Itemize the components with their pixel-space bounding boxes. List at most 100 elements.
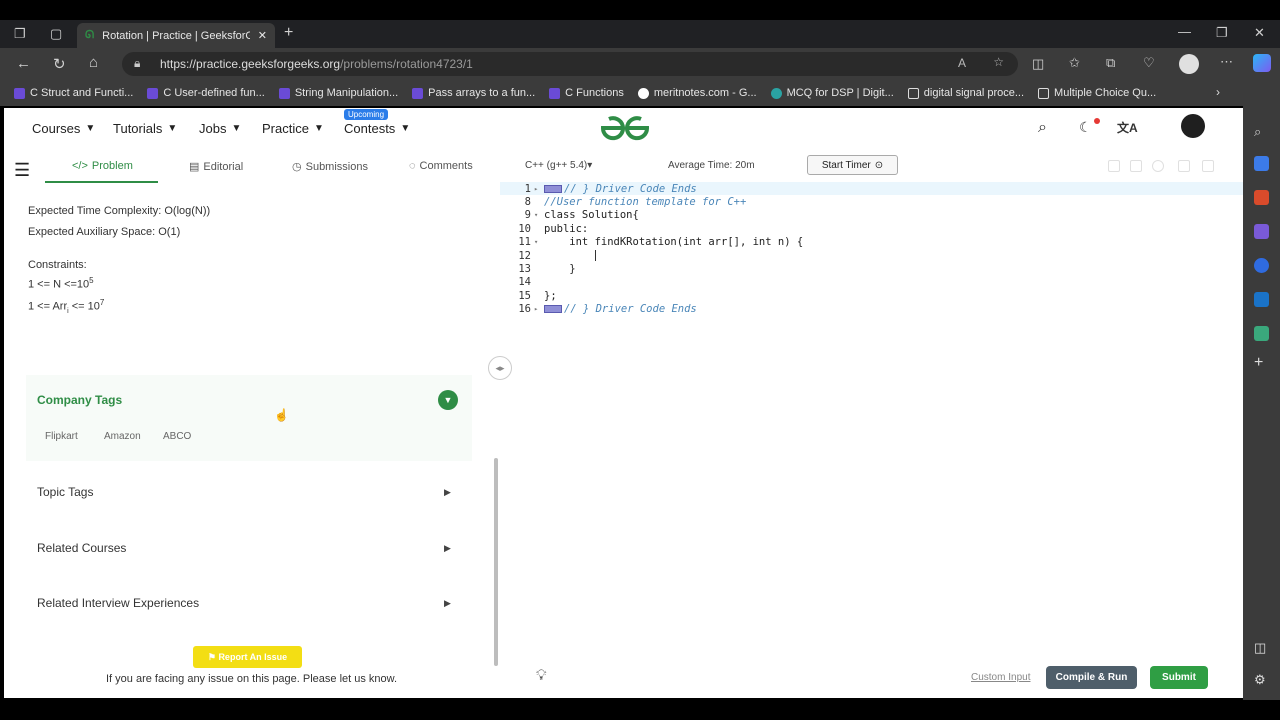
expand-arrow-icon[interactable]: ▶ bbox=[444, 487, 451, 498]
back-icon[interactable]: ← bbox=[16, 55, 31, 72]
sidebar-tag-icon[interactable] bbox=[1254, 156, 1269, 171]
hamburger-menu-icon[interactable]: ☰ bbox=[14, 160, 32, 181]
start-timer-button[interactable]: Start Timer ⊙ bbox=[807, 155, 898, 175]
copilot-icon[interactable] bbox=[1253, 54, 1271, 72]
submit-button[interactable]: Submit bbox=[1150, 666, 1208, 689]
refresh-icon[interactable]: ↻ bbox=[53, 55, 66, 73]
bookmark-item[interactable]: Multiple Choice Qu... bbox=[1038, 87, 1156, 99]
tab-comments[interactable]: ◌ Comments bbox=[409, 160, 473, 172]
collections-icon[interactable]: ⧉ bbox=[1106, 55, 1115, 71]
line-number: 16 bbox=[518, 303, 531, 316]
fold-arrow-icon[interactable]: ▸ bbox=[534, 305, 544, 313]
company-tag[interactable]: Flipkart bbox=[45, 431, 78, 442]
code-line: 13 } bbox=[500, 262, 1243, 275]
constraint-n-text: 1 <= N <=10 bbox=[28, 278, 90, 291]
more-menu-icon[interactable]: ⋯ bbox=[1220, 54, 1233, 70]
code-line: 9 ▾ class Solution{ bbox=[500, 209, 1243, 222]
constraints-heading: Constraints: bbox=[28, 259, 87, 271]
fold-arrow-icon[interactable]: ▸ bbox=[534, 185, 544, 193]
panel-scrollbar[interactable] bbox=[494, 458, 498, 666]
topic-tags-accordion[interactable]: Topic Tags bbox=[37, 485, 93, 499]
folded-code-marker[interactable] bbox=[544, 305, 562, 314]
sidebar-settings-gear-icon[interactable]: ⚙ bbox=[1254, 672, 1266, 688]
tab-problem[interactable]: </> Problem bbox=[72, 160, 133, 172]
expand-arrow-icon[interactable]: ▶ bbox=[444, 598, 451, 609]
read-aloud-icon[interactable]: A bbox=[958, 56, 966, 70]
profile-icon[interactable] bbox=[1179, 54, 1199, 74]
bookmark-item[interactable]: String Manipulation... bbox=[278, 87, 398, 99]
nav-tutorials[interactable]: Tutorials ▼ bbox=[113, 121, 177, 136]
upcoming-badge: Upcoming bbox=[344, 109, 389, 120]
collapse-toggle-icon[interactable]: ▼ bbox=[438, 390, 458, 410]
tab-problem-label: Problem bbox=[91, 160, 133, 172]
sidebar-search-icon[interactable]: ⌕ bbox=[1254, 124, 1261, 140]
sidebar-games-icon[interactable] bbox=[1254, 224, 1269, 239]
bookmark-item[interactable]: digital signal proce... bbox=[907, 87, 1024, 99]
home-icon[interactable]: ⌂ bbox=[89, 54, 98, 71]
bookmark-item[interactable]: meritnotes.com - G... bbox=[637, 87, 757, 99]
paste-icon[interactable] bbox=[1130, 160, 1142, 172]
favorites-icon[interactable]: ✩ bbox=[1069, 55, 1080, 71]
sidebar-layout-icon[interactable]: ◫ bbox=[1254, 640, 1266, 656]
bookmark-item[interactable]: MCQ for DSP | Digit... bbox=[770, 87, 894, 99]
close-window-icon[interactable]: ✕ bbox=[1254, 25, 1265, 41]
workspaces-icon[interactable]: ❐ bbox=[14, 26, 26, 42]
nav-practice[interactable]: Practice ▼ bbox=[262, 121, 324, 136]
language-select[interactable]: C++ (g++ 5.4)▾ bbox=[525, 160, 592, 171]
bookmark-item[interactable]: C User-defined fun... bbox=[147, 87, 265, 99]
folded-code-marker[interactable] bbox=[544, 184, 562, 193]
custom-input-link[interactable]: Custom Input bbox=[971, 672, 1030, 683]
sidebar-tools-icon[interactable] bbox=[1254, 190, 1269, 205]
split-screen-icon[interactable]: ◫ bbox=[1032, 56, 1044, 72]
company-tags-title[interactable]: Company Tags bbox=[37, 393, 122, 407]
sidebar-m365-icon[interactable] bbox=[1254, 258, 1269, 273]
company-tag[interactable]: ABCO bbox=[163, 431, 191, 442]
browser-essentials-icon[interactable]: ♡ bbox=[1143, 55, 1155, 71]
code-text: class Solution{ bbox=[544, 209, 639, 222]
bookmark-item[interactable]: Pass arrays to a fun... bbox=[412, 87, 535, 99]
expand-arrow-icon[interactable]: ▶ bbox=[444, 543, 451, 554]
fold-arrow-icon[interactable]: ▾ bbox=[534, 238, 544, 246]
reset-icon[interactable] bbox=[1178, 160, 1190, 172]
tab-editorial[interactable]: ▤ Editorial bbox=[189, 160, 243, 174]
chevron-down-icon: ▼ bbox=[231, 123, 242, 134]
browser-tab-active[interactable]: ᘏ Rotation | Practice | GeeksforGee ✕ bbox=[77, 23, 275, 48]
gfg-logo[interactable] bbox=[599, 114, 651, 142]
settings-icon[interactable] bbox=[1152, 160, 1164, 172]
bookmarks-more-chevron-icon[interactable]: › bbox=[1216, 85, 1220, 99]
line-number: 9 bbox=[524, 209, 531, 222]
tab-submissions[interactable]: ◷ Submissions bbox=[292, 160, 368, 174]
new-tab-icon[interactable]: + bbox=[284, 24, 293, 42]
translate-icon[interactable]: 文A bbox=[1117, 119, 1138, 136]
restore-icon[interactable]: ❐ bbox=[1216, 25, 1228, 41]
search-icon[interactable]: ⌕ bbox=[1038, 119, 1047, 137]
fold-arrow-icon[interactable]: ▾ bbox=[534, 211, 544, 219]
nav-jobs[interactable]: Jobs ▼ bbox=[199, 121, 241, 136]
url-path: /problems/rotation4723/1 bbox=[340, 57, 473, 71]
minimize-icon[interactable]: — bbox=[1178, 24, 1191, 39]
bookmark-item[interactable]: C Functions bbox=[549, 87, 624, 99]
compile-run-button[interactable]: Compile & Run bbox=[1046, 666, 1137, 689]
sidebar-outlook-icon[interactable] bbox=[1254, 292, 1269, 307]
start-timer-label: Start Timer bbox=[821, 159, 871, 171]
bookmark-item[interactable]: C Struct and Functi... bbox=[14, 87, 133, 99]
url-field[interactable]: 🔒︎ https://practice.geeksforgeeks.org/pr… bbox=[122, 52, 1018, 76]
user-avatar[interactable] bbox=[1181, 114, 1205, 138]
lightbulb-hint-icon[interactable]: 💡︎ bbox=[536, 667, 547, 684]
sidebar-add-icon[interactable]: + bbox=[1254, 354, 1263, 372]
related-interview-accordion[interactable]: Related Interview Experiences bbox=[37, 596, 199, 610]
dark-mode-moon-icon[interactable]: ☾ bbox=[1079, 119, 1092, 136]
close-tab-icon[interactable]: ✕ bbox=[258, 29, 267, 42]
company-tags-section: Company Tags ▼ Flipkart Amazon ABCO bbox=[26, 375, 472, 461]
favorite-star-icon[interactable]: ☆ bbox=[993, 55, 1004, 69]
nav-courses[interactable]: Courses ▼ bbox=[32, 121, 95, 136]
nav-contests[interactable]: Contests ▼ bbox=[344, 121, 410, 136]
related-courses-accordion[interactable]: Related Courses bbox=[37, 541, 126, 555]
report-issue-button[interactable]: ⚑ Report An Issue bbox=[193, 646, 302, 668]
copy-icon[interactable] bbox=[1108, 160, 1120, 172]
company-tag[interactable]: Amazon bbox=[104, 431, 141, 442]
sidebar-drop-icon[interactable] bbox=[1254, 326, 1269, 341]
code-line: 8 //User function template for C++ bbox=[500, 195, 1243, 208]
fullscreen-icon[interactable] bbox=[1202, 160, 1214, 172]
tab-actions-icon[interactable]: ▢ bbox=[50, 26, 62, 42]
